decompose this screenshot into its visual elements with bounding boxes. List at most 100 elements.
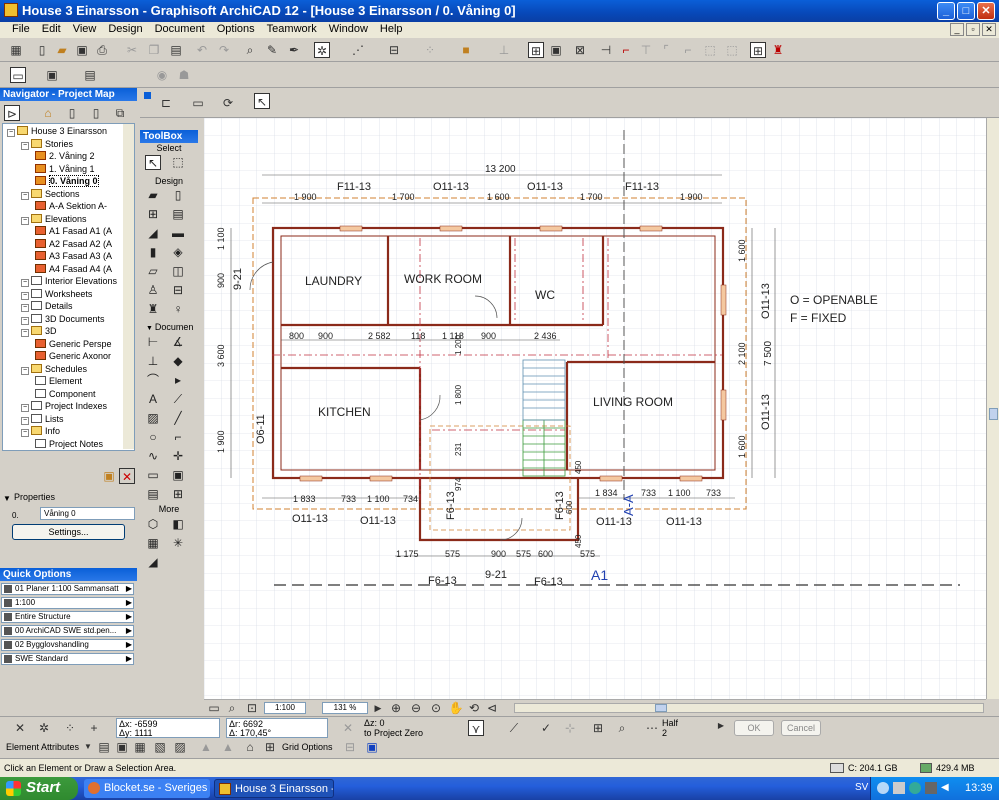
tray-icon-3[interactable] (909, 782, 921, 794)
snap-cross-icon[interactable]: ✕ (12, 720, 28, 736)
dimension-tool-icon[interactable]: ⊢ (145, 335, 161, 350)
layout-book-icon[interactable]: ▯ (64, 105, 80, 121)
model-view-icon[interactable]: ▦ (132, 739, 148, 755)
tree-item[interactable]: 1. Våning 1 (35, 163, 95, 175)
intersect-icon[interactable]: ⊤ (638, 42, 654, 58)
level-dimension-icon[interactable]: ⊥ (145, 354, 161, 369)
pointer-icon[interactable]: ↖ (254, 93, 270, 109)
tree-expander-icon[interactable]: − (21, 316, 29, 325)
lamp-light-icon[interactable]: ✳ (170, 536, 186, 551)
menu-design[interactable]: Design (102, 22, 148, 38)
slab-tool-icon[interactable]: ◈ (170, 245, 186, 260)
move-up-icon[interactable]: ▲ (198, 739, 214, 755)
column-tool-icon[interactable]: ▮ (145, 245, 161, 260)
organizer-icon[interactable]: ⧉ (112, 105, 128, 121)
tray-icon-2[interactable] (893, 782, 905, 794)
redo-icon[interactable]: ↷ (216, 42, 232, 58)
elevation-dimension-icon[interactable]: ◆ (170, 354, 186, 369)
layer-settings-icon[interactable]: ▤ (96, 739, 112, 755)
tree-item[interactable]: − Details (21, 300, 73, 312)
minimize-button[interactable]: _ (937, 2, 955, 20)
dropdown-arrow-icon[interactable]: ▶ (126, 584, 132, 594)
worksheet-tool-icon[interactable]: ⬡ (145, 517, 161, 532)
morph-tool-icon[interactable]: ◧ (170, 517, 186, 532)
chair-tool-icon[interactable]: ♜ (145, 302, 161, 317)
tray-speaker-icon[interactable]: ◀ (941, 782, 949, 793)
label-text-icon[interactable]: ⟋ (170, 392, 186, 407)
tree-expander-icon[interactable]: − (21, 291, 29, 300)
zoom-out-icon[interactable]: ⊖ (408, 700, 424, 716)
marquee-select-icon[interactable]: ▭ (190, 95, 206, 111)
vertical-scrollbar[interactable] (986, 118, 999, 699)
arrow-select-icon[interactable]: ⊏ (158, 95, 174, 111)
marquee-icon[interactable]: ▣ (548, 42, 564, 58)
save-icon[interactable]: ▣ (74, 42, 90, 58)
adjust-icon[interactable]: ⌐ (618, 42, 634, 58)
floor-plan-canvas[interactable]: LAUNDRY WORK ROOM WC KITCHEN LIVING ROOM O = … (204, 118, 986, 699)
tree-item[interactable]: − Interior Elevations (21, 275, 117, 287)
half-snap-icon[interactable]: ⋯ (644, 720, 660, 736)
tree-item[interactable]: − 3D (21, 325, 57, 337)
info-box-close-icon[interactable] (144, 92, 151, 99)
quick-option-dropdown[interactable]: SWE Standard ▶ (1, 653, 134, 665)
line-tool-icon[interactable]: ╱ (170, 411, 186, 426)
tree-expander-icon[interactable]: − (21, 429, 29, 437)
marquee-tool-icon[interactable]: ⬚ (170, 155, 186, 170)
dropdown-arrow-icon[interactable]: ▶ (126, 612, 132, 622)
polyline-tool-icon[interactable]: ∿ (145, 449, 161, 464)
collapse-arrow-icon[interactable]: ▼ (3, 494, 11, 503)
menu-file[interactable]: File (6, 22, 36, 38)
split-icon[interactable]: ⊣ (598, 42, 614, 58)
radial-dimension-icon[interactable]: ⌒ (145, 373, 161, 388)
tree-item[interactable]: Generic Axonor (35, 350, 111, 362)
inject-icon[interactable]: ✒ (286, 42, 302, 58)
tree-item[interactable]: 0. Våning 0 (35, 175, 99, 187)
floor-plan-icon[interactable]: ▭ (10, 67, 26, 83)
guide-lines-icon[interactable]: ⋰ (350, 42, 366, 58)
grid-options-icon[interactable]: ⊞ (262, 739, 278, 755)
tree-expander-icon[interactable]: − (21, 304, 29, 312)
detail-tool-icon[interactable]: ⊞ (170, 487, 186, 502)
grid-toolbar-icon[interactable]: ▦ (8, 42, 24, 58)
camera-tool-icon[interactable]: ◢ (145, 555, 161, 570)
quick-option-dropdown[interactable]: 02 Bygglovshandling ▶ (1, 639, 134, 651)
tree-expander-icon[interactable]: − (21, 329, 29, 337)
tree-expander-icon[interactable]: − (7, 129, 15, 137)
open-folder-icon[interactable]: ▰ (54, 42, 70, 58)
elevation-view-icon[interactable]: ▤ (82, 67, 98, 83)
tree-item[interactable]: A2 Fasad A2 (A (35, 238, 112, 250)
zoom-fit-icon[interactable]: ⊙ (428, 700, 444, 716)
tree-item[interactable]: − 3D Documents (21, 313, 105, 325)
rotate-view-icon[interactable]: ⟲ (466, 700, 482, 716)
tree-expander-icon[interactable]: − (21, 416, 29, 425)
tray-icon-1[interactable] (877, 782, 889, 794)
fit-icon[interactable]: ⊡ (244, 700, 260, 716)
dropdown-arrow-icon[interactable]: ▶ (126, 626, 132, 636)
grid-snap-icon[interactable]: ⁘ (422, 42, 438, 58)
open-in-new-icon[interactable]: ▣ (101, 468, 117, 484)
tree-expander-icon[interactable]: − (21, 404, 29, 412)
zoom-field[interactable]: 131 % (322, 702, 368, 714)
taskbar-item-archicad[interactable]: House 3 Einarsson - ... (214, 779, 334, 798)
arrow-tool-icon[interactable]: ↖ (145, 155, 161, 170)
ok-button[interactable]: OK (734, 720, 774, 736)
xy-coord-field[interactable]: Δx: -6599 Δy: 1111 (116, 718, 220, 738)
walk-icon[interactable]: ☗ (176, 67, 192, 83)
mdi-minimize-button[interactable]: _ (950, 23, 964, 36)
snap-plus-icon[interactable]: + (86, 720, 102, 736)
figure-tool-icon[interactable]: ▣ (170, 468, 186, 483)
text-tool-icon[interactable]: A (145, 392, 161, 407)
favorites-icon[interactable]: ⌂ (242, 739, 258, 755)
tree-item[interactable]: A3 Fasad A3 (A (35, 250, 112, 262)
z-coord-field[interactable]: Δz: 0 to Project Zero (362, 718, 452, 738)
quick-option-dropdown[interactable]: 1:100 ▶ (1, 597, 134, 609)
snap-menu-arrow-icon[interactable]: ▶ (713, 718, 729, 734)
rotate-select-icon[interactable]: ⟳ (220, 95, 236, 111)
maximize-button[interactable]: □ (957, 2, 975, 20)
snap-special-icon[interactable]: ✲ (36, 720, 52, 736)
tree-item[interactable]: − Schedules (21, 363, 87, 375)
door-tool-icon[interactable]: ▯ (170, 188, 186, 203)
section-tool-icon[interactable]: ▤ (145, 487, 161, 502)
lock-icon[interactable]: ⬚ (702, 42, 718, 58)
taskbar-item-browser[interactable]: Blocket.se - Sveriges ... (84, 779, 210, 798)
